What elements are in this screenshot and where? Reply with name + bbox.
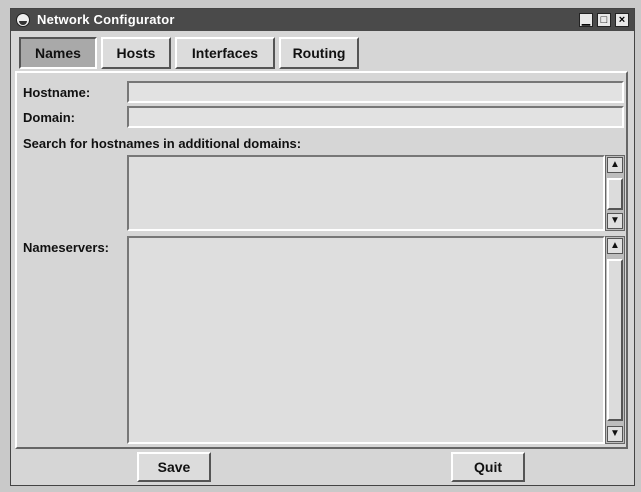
button-bar: Save Quit [15,449,628,483]
network-configurator-window: Network Configurator ▁ □ × Names Hosts I… [10,8,635,486]
nameservers-label: Nameservers: [23,240,110,255]
scroll-thumb[interactable] [607,178,623,210]
maximize-icon[interactable]: □ [597,13,611,27]
hostname-field[interactable] [127,81,624,103]
title-bar[interactable]: Network Configurator ▁ □ × [11,9,634,31]
hostname-label: Hostname: [23,85,91,100]
scroll-down-icon[interactable]: ▼ [607,426,623,442]
app-menu-icon[interactable] [16,13,30,27]
search-domains-textarea[interactable] [127,155,605,231]
save-button[interactable]: Save [137,452,211,482]
scroll-thumb[interactable] [607,259,623,421]
tab-interfaces[interactable]: Interfaces [175,37,275,69]
search-domains-label: Search for hostnames in additional domai… [23,136,302,151]
names-panel: Hostname: Domain: Search for hostnames i… [15,71,628,449]
scroll-up-icon[interactable]: ▲ [607,238,623,254]
quit-button[interactable]: Quit [451,452,525,482]
scroll-up-icon[interactable]: ▲ [607,157,623,173]
window-title: Network Configurator [37,12,175,27]
tab-names[interactable]: Names [19,37,97,69]
tab-hosts[interactable]: Hosts [101,37,171,69]
domain-field[interactable] [127,106,624,128]
minimize-icon[interactable]: ▁ [579,13,593,27]
domain-label: Domain: [23,110,75,125]
close-icon[interactable]: × [615,13,629,27]
scroll-down-icon[interactable]: ▼ [607,213,623,229]
nameservers-scrollbar[interactable]: ▲ ▼ [605,236,625,444]
search-domains-scrollbar[interactable]: ▲ ▼ [605,155,625,231]
nameservers-textarea[interactable] [127,236,605,444]
tab-routing[interactable]: Routing [279,37,359,69]
